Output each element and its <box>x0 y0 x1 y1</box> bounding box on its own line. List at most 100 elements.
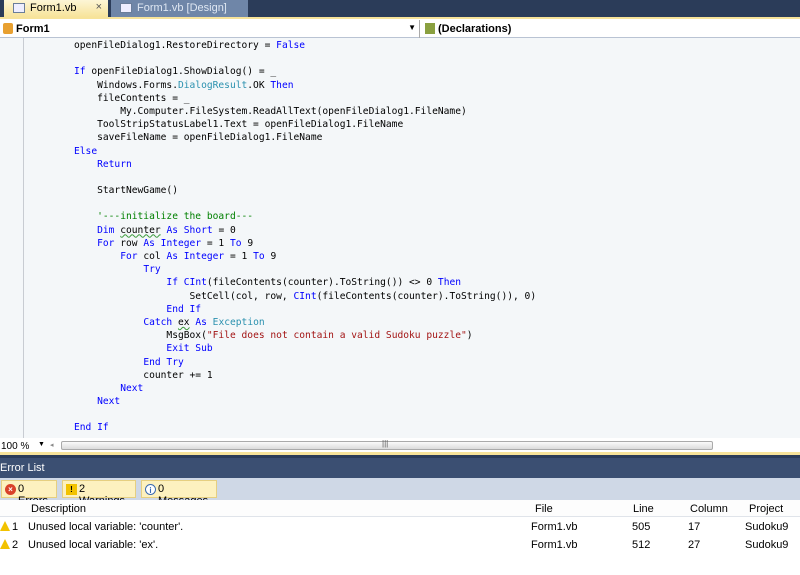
chevron-down-icon[interactable]: ▼ <box>408 23 416 32</box>
keyword-token: False <box>276 40 306 51</box>
code-token: openFileDialog1.RestoreDirectory = <box>74 40 277 51</box>
row-description: Unused local variable: 'counter'. <box>28 521 184 533</box>
column-file[interactable]: File <box>535 503 553 515</box>
code-line[interactable]: fileContents = _ <box>74 92 536 105</box>
tab-label: Form1.vb [Design] <box>137 2 227 14</box>
code-line[interactable]: Else <box>74 145 536 158</box>
code-line[interactable]: Exit Sub <box>74 342 536 355</box>
code-line[interactable] <box>74 408 536 421</box>
code-line[interactable]: End If <box>74 421 536 434</box>
code-token: My.Computer.FileSystem.ReadAllText(openF… <box>74 105 467 117</box>
row-line: 505 <box>632 521 651 533</box>
code-line[interactable]: saveFileName = openFileDialog1.FileName <box>74 131 536 144</box>
code-token: MsgBox( <box>74 330 207 342</box>
scroll-left-icon[interactable]: ◂ <box>50 441 54 449</box>
class-icon <box>3 23 13 34</box>
member-combo-value: (Declarations) <box>438 23 512 35</box>
keyword-token: To <box>253 251 265 262</box>
code-token: col <box>137 251 167 262</box>
class-combo[interactable]: Form1 ▼ <box>0 20 420 38</box>
code-line[interactable]: ToolStripStatusLabel1.Text = openFileDia… <box>74 118 536 131</box>
code-line[interactable]: Catch ex As Exception <box>74 316 536 329</box>
row-project: Sudoku9 <box>745 521 789 533</box>
code-line[interactable]: End Try <box>74 356 536 369</box>
row-file: Form1.vb <box>531 539 578 551</box>
tab-form1-vb[interactable]: Form1.vb × <box>4 0 108 17</box>
row-column: 27 <box>688 539 701 551</box>
zoom-level[interactable]: 100 % <box>1 441 29 452</box>
table-header: Description File Line Column Project <box>0 500 800 517</box>
keyword-token: CInt <box>293 290 317 302</box>
keyword-token: Try <box>143 264 161 276</box>
warning-squiggle-token: ex <box>177 316 190 328</box>
code-line[interactable]: For col As Integer = 1 To 9 <box>74 250 536 263</box>
keyword-token: As <box>166 224 178 236</box>
table-row[interactable]: 2 Unused local variable: 'ex'. Form1.vb … <box>0 536 800 554</box>
code-token: counter += 1 <box>74 369 213 381</box>
code-line[interactable]: StartNewGame() <box>74 184 536 197</box>
keyword-token: Integer <box>183 251 225 262</box>
code-line[interactable] <box>74 197 536 210</box>
keyword-token: If <box>74 66 86 78</box>
code-line[interactable]: End If <box>74 303 536 316</box>
code-line[interactable] <box>74 171 536 184</box>
type-token: Exception <box>212 316 265 328</box>
column-project[interactable]: Project <box>749 503 783 515</box>
row-project: Sudoku9 <box>745 539 789 551</box>
code-line[interactable]: counter += 1 <box>74 369 536 382</box>
keyword-token: Dim <box>97 224 115 236</box>
code-line[interactable]: My.Computer.FileSystem.ReadAllText(openF… <box>74 105 536 118</box>
keyword-token: Then <box>437 277 462 289</box>
warning-icon <box>0 521 10 531</box>
keyword-token: If <box>166 277 178 289</box>
designer-file-icon <box>120 3 132 13</box>
code-token: (fileContents(counter).ToString()), 0) <box>316 290 537 302</box>
row-column: 17 <box>688 521 701 533</box>
code-token: ) <box>466 330 473 342</box>
row-number: 1 <box>12 521 19 533</box>
keyword-token: Next <box>97 396 121 408</box>
code-line[interactable] <box>74 52 536 65</box>
code-line[interactable]: Return <box>74 158 536 171</box>
table-row[interactable]: 1 Unused local variable: 'counter'. Form… <box>0 518 800 536</box>
code-line[interactable]: Dim counter As Short = 0 <box>74 224 536 237</box>
tab-form1-design[interactable]: Form1.vb [Design] <box>111 0 248 17</box>
row-number: 2 <box>12 539 19 551</box>
code-text[interactable]: openFileDialog1.RestoreDirectory = False… <box>74 39 536 435</box>
column-description[interactable]: Description <box>31 503 86 515</box>
info-icon: i <box>145 484 156 495</box>
row-description: Unused local variable: 'ex'. <box>28 539 159 551</box>
column-column[interactable]: Column <box>690 503 728 515</box>
warnings-filter-button[interactable]: !2 Warnings <box>62 480 136 507</box>
keyword-token: End If <box>74 422 109 434</box>
code-line[interactable]: Next <box>74 382 536 395</box>
messages-filter-button[interactable]: i0 Messages <box>141 480 217 507</box>
code-line[interactable]: SetCell(col, row, CInt(fileContents(coun… <box>74 290 537 303</box>
string-token: "File does not contain a valid Sudoku pu… <box>206 330 467 342</box>
code-line[interactable]: Windows.Forms.DialogResult.OK Then <box>74 79 536 92</box>
code-token: = 1 <box>224 251 254 262</box>
column-line[interactable]: Line <box>633 503 654 515</box>
code-line[interactable]: For row As Integer = 1 To 9 <box>74 237 536 250</box>
code-line[interactable]: Next <box>74 395 536 408</box>
code-line[interactable]: If openFileDialog1.ShowDialog() = _ <box>74 65 536 78</box>
horizontal-scrollbar[interactable]: ||| <box>61 439 713 450</box>
code-line[interactable]: openFileDialog1.RestoreDirectory = False <box>74 39 536 52</box>
keyword-token: As <box>143 237 155 249</box>
close-icon[interactable]: × <box>96 1 102 13</box>
errors-filter-button[interactable]: ×0 Errors <box>1 480 57 507</box>
keyword-token: Then <box>270 79 294 91</box>
chevron-down-icon[interactable]: ▼ <box>38 441 45 448</box>
scroll-grip-icon: ||| <box>382 439 389 448</box>
warning-icon <box>0 539 10 549</box>
error-icon: × <box>5 484 16 495</box>
code-editor[interactable]: openFileDialog1.RestoreDirectory = False… <box>0 38 800 438</box>
code-line[interactable]: MsgBox("File does not contain a valid Su… <box>74 329 536 342</box>
code-line[interactable]: If CInt(fileContents(counter).ToString()… <box>74 276 536 289</box>
keyword-token: For <box>97 237 115 249</box>
code-line[interactable]: Try <box>74 263 536 276</box>
code-line[interactable]: '---initialize the board--- <box>74 210 536 223</box>
member-combo[interactable]: (Declarations) <box>422 20 800 38</box>
